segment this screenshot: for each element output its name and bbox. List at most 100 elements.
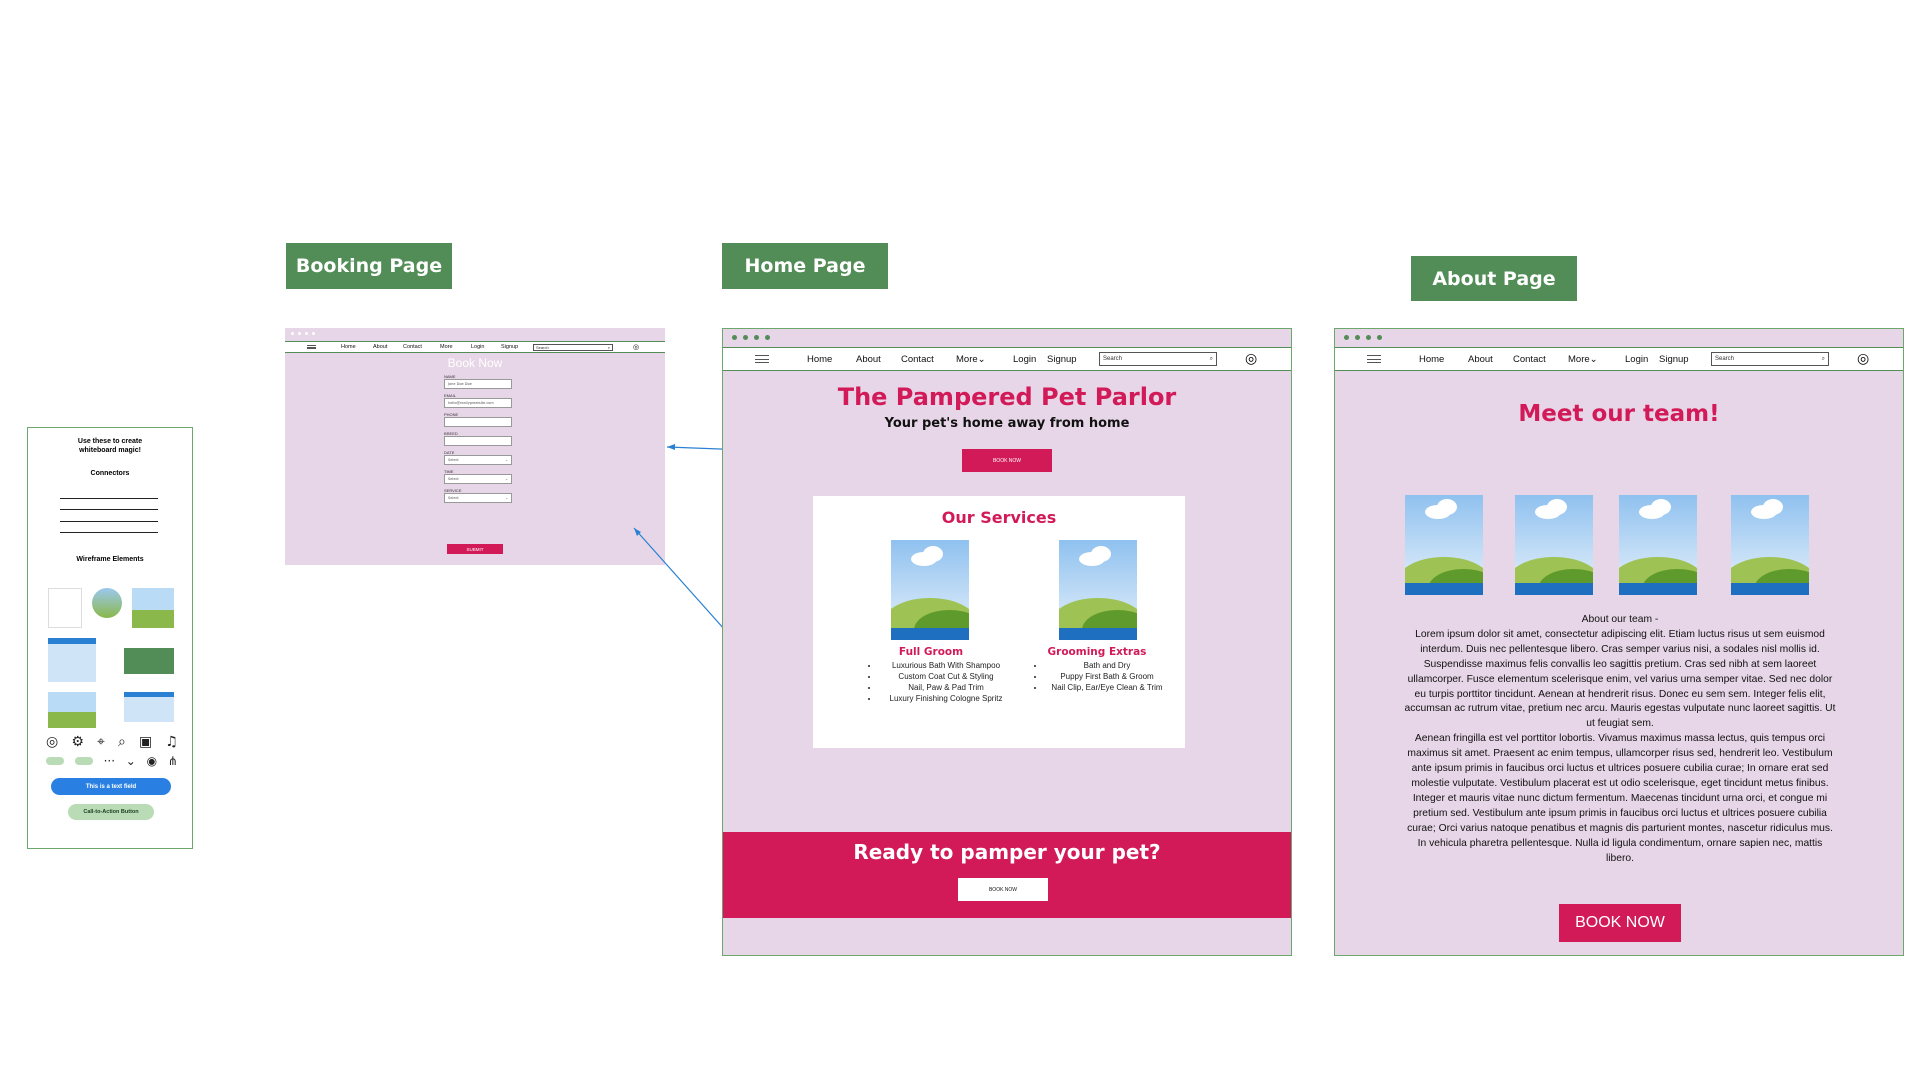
kit-form-element[interactable] <box>48 638 96 682</box>
phone-field[interactable] <box>444 417 512 427</box>
date-select[interactable]: Select ⌄ <box>444 455 512 465</box>
submit-button[interactable]: SUBMIT <box>447 544 503 554</box>
connector-arrow[interactable] <box>60 509 158 510</box>
booking-navbar: Home About Contact More Login Signup Sea… <box>285 341 665 353</box>
kit-text-field[interactable]: This is a text field <box>51 778 171 795</box>
kit-cta-button[interactable]: Call-to-Action Button <box>68 804 154 820</box>
toggle-icon[interactable] <box>46 757 64 765</box>
booking-form: NAME Jane Doe Doe EMAIL hello@reallygrea… <box>444 374 512 507</box>
list-item: Custom Coat Cut & Styling <box>879 671 1013 682</box>
location-pin-icon[interactable]: ⌖ <box>97 734 105 750</box>
about-paragraph-1: Lorem ipsum dolor sit amet, consectetur … <box>1404 628 1836 730</box>
chevron-down-icon: ⌄ <box>505 496 508 500</box>
nav-signup[interactable]: Signup <box>1047 354 1077 365</box>
nav-contact[interactable]: Contact <box>403 344 422 350</box>
kit-hero-image[interactable] <box>48 692 96 728</box>
nav-home[interactable]: Home <box>341 344 356 350</box>
hero-title: The Pampered Pet Parlor <box>837 383 1177 411</box>
hero-subtitle: Your pet's home away from home <box>884 416 1130 431</box>
hero-book-now-button[interactable]: BOOK NOW <box>962 449 1052 472</box>
service-image-2 <box>1059 540 1137 640</box>
more-dots-icon[interactable]: ··· <box>104 754 115 768</box>
service-list-1: Luxurious Bath With Shampoo Custom Coat … <box>873 660 1013 704</box>
kit-connectors-heading: Connectors <box>90 470 130 477</box>
list-item: Luxurious Bath With Shampoo <box>879 660 1013 671</box>
user-icon[interactable]: ◎ <box>46 734 58 750</box>
list-item: Puppy First Bath & Groom <box>1045 671 1169 682</box>
list-item: Nail, Paw & Pad Trim <box>879 682 1013 693</box>
cta-book-now-button[interactable]: BOOK NOW <box>958 878 1048 901</box>
nav-more[interactable]: More <box>440 344 453 350</box>
team-title: Meet our team! <box>1518 401 1720 427</box>
chevron-down-icon: ⌄ <box>977 353 986 365</box>
booking-page-frame: Home About Contact More Login Signup Sea… <box>285 328 665 565</box>
kit-green-card[interactable] <box>124 648 174 674</box>
breed-field[interactable] <box>444 436 512 446</box>
user-icon[interactable]: ◎ <box>1857 351 1869 367</box>
about-paragraph-2: Aenean fringilla est vel porttitor lobor… <box>1407 733 1833 864</box>
toggle-icon[interactable] <box>74 757 93 765</box>
nav-more[interactable]: More⌄ <box>1568 354 1598 365</box>
home-page-label: Home Page <box>722 243 888 289</box>
kit-landscape-image[interactable] <box>132 588 174 628</box>
user-icon[interactable]: ◎ <box>633 343 639 351</box>
about-page-frame: Home About Contact More⌄ Login Signup Se… <box>1334 328 1904 956</box>
help-icon[interactable]: ◉ <box>147 754 157 768</box>
nav-contact[interactable]: Contact <box>1513 354 1546 365</box>
window-dots <box>1335 329 1903 346</box>
image-icon[interactable]: ▣ <box>139 734 152 750</box>
window-dots <box>723 329 1291 346</box>
name-field[interactable]: Jane Doe Doe <box>444 379 512 389</box>
nav-signup[interactable]: Signup <box>1659 354 1689 365</box>
hamburger-menu-icon[interactable] <box>755 355 769 363</box>
nav-contact[interactable]: Contact <box>901 354 934 365</box>
services-title: Our Services <box>941 508 1057 527</box>
search-input[interactable]: Search ⌕ <box>533 343 613 351</box>
team-photo-1 <box>1405 495 1483 595</box>
search-input[interactable]: Search ⌕ <box>1711 352 1829 366</box>
connector-arrow[interactable] <box>60 521 158 522</box>
search-icon[interactable]: ⌕ <box>118 734 126 750</box>
chevron-down-icon: ⌄ <box>505 477 508 481</box>
kit-gallery[interactable] <box>124 692 174 722</box>
search-input[interactable]: Search ⌕ <box>1099 352 1217 366</box>
booking-page-label: Booking Page <box>286 243 452 289</box>
chevron-down-icon[interactable]: ⌄ <box>126 754 136 768</box>
gear-icon[interactable]: ⚙ <box>71 734 84 750</box>
nav-more[interactable]: More⌄ <box>956 354 986 365</box>
hamburger-menu-icon[interactable] <box>307 345 316 349</box>
nav-about[interactable]: About <box>856 354 881 365</box>
email-field[interactable]: hello@reallygreatsite.com <box>444 398 512 408</box>
time-select[interactable]: Select ⌄ <box>444 474 512 484</box>
service-name-1: Full Groom <box>898 646 964 658</box>
nav-login[interactable]: Login <box>1013 354 1036 365</box>
service-select[interactable]: Select ⌄ <box>444 493 512 503</box>
team-photo-4 <box>1731 495 1809 595</box>
services-card: Our Services Full Groom Grooming Extras … <box>813 496 1185 748</box>
bell-icon[interactable]: ♫ <box>165 734 178 750</box>
service-name-2: Grooming Extras <box>1047 646 1147 658</box>
nav-about[interactable]: About <box>373 344 387 350</box>
kit-circle-image[interactable] <box>92 588 122 618</box>
whiteboard-canvas: Booking Page Home Page About Page Use th… <box>0 0 1920 1080</box>
home-navbar: Home About Contact More⌄ Login Signup Se… <box>723 347 1291 371</box>
team-photo-2 <box>1515 495 1593 595</box>
share-icon[interactable]: ⋔ <box>168 754 178 768</box>
user-icon[interactable]: ◎ <box>1245 351 1257 367</box>
connector-line[interactable] <box>60 498 158 499</box>
home-page-frame: Home About Contact More⌄ Login Signup Se… <box>722 328 1292 956</box>
about-book-now-button[interactable]: BOOK NOW <box>1559 904 1681 942</box>
nav-home[interactable]: Home <box>807 354 832 365</box>
nav-home[interactable]: Home <box>1419 354 1444 365</box>
service-list-2: Bath and Dry Puppy First Bath & Groom Na… <box>1039 660 1169 693</box>
connector-dot-line[interactable] <box>60 532 158 533</box>
connector-arrow-1-head <box>667 444 675 450</box>
kit-icon-row: ◎ ⚙ ⌖ ⌕ ▣ ♫ <box>46 734 178 750</box>
kit-card-element[interactable] <box>48 588 82 628</box>
nav-login[interactable]: Login <box>1625 354 1648 365</box>
nav-about[interactable]: About <box>1468 354 1493 365</box>
nav-signup[interactable]: Signup <box>501 344 518 350</box>
nav-login[interactable]: Login <box>471 344 484 350</box>
hamburger-menu-icon[interactable] <box>1367 355 1381 363</box>
kit-intro: Use these to create whiteboard magic! <box>77 438 143 454</box>
